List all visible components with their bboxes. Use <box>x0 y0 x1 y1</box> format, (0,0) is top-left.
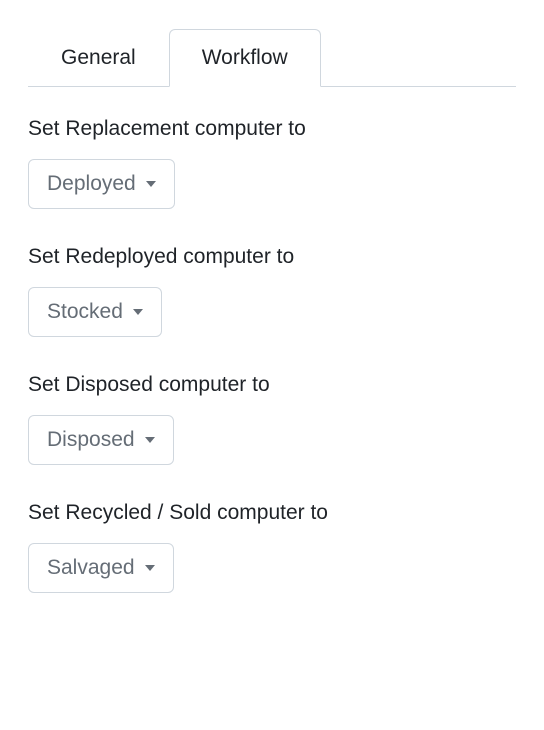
tab-general[interactable]: General <box>28 29 169 87</box>
replacement-field: Set Replacement computer to Deployed <box>28 117 516 209</box>
disposed-field: Set Disposed computer to Disposed <box>28 373 516 465</box>
tab-bar: General Workflow <box>28 28 516 87</box>
redeployed-value: Stocked <box>47 300 123 324</box>
replacement-label: Set Replacement computer to <box>28 117 516 141</box>
redeployed-label: Set Redeployed computer to <box>28 245 516 269</box>
recycled-dropdown[interactable]: Salvaged <box>28 543 174 593</box>
disposed-label: Set Disposed computer to <box>28 373 516 397</box>
disposed-value: Disposed <box>47 428 135 452</box>
chevron-down-icon <box>146 181 156 187</box>
tab-workflow[interactable]: Workflow <box>169 29 321 87</box>
disposed-dropdown[interactable]: Disposed <box>28 415 174 465</box>
redeployed-field: Set Redeployed computer to Stocked <box>28 245 516 337</box>
workflow-settings: Set Replacement computer to Deployed Set… <box>0 87 544 659</box>
replacement-value: Deployed <box>47 172 136 196</box>
recycled-label: Set Recycled / Sold computer to <box>28 501 516 525</box>
recycled-field: Set Recycled / Sold computer to Salvaged <box>28 501 516 593</box>
chevron-down-icon <box>145 437 155 443</box>
chevron-down-icon <box>133 309 143 315</box>
redeployed-dropdown[interactable]: Stocked <box>28 287 162 337</box>
replacement-dropdown[interactable]: Deployed <box>28 159 175 209</box>
chevron-down-icon <box>145 565 155 571</box>
recycled-value: Salvaged <box>47 556 135 580</box>
